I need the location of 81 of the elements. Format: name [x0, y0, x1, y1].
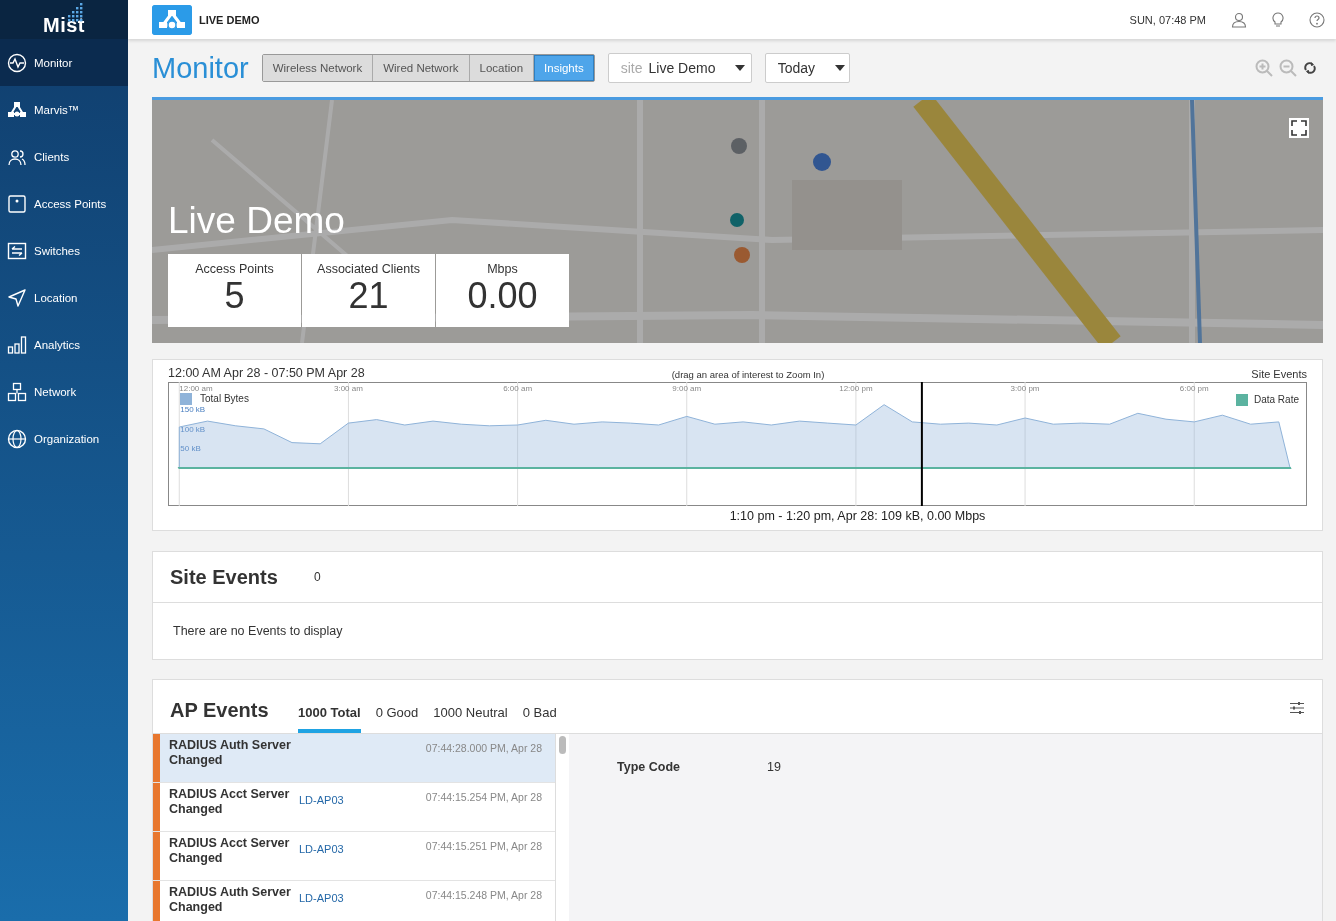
chart-readout: 1:10 pm - 1:20 pm, Apr 28: 109 kB, 0.00 Mbps	[728, 509, 987, 523]
event-time: 07:44:15.251 PM, Apr 28	[424, 839, 543, 854]
stat-value: 5	[224, 276, 245, 316]
filter-tab[interactable]: 0 Bad	[522, 705, 557, 733]
stat-value: 0.00	[467, 276, 538, 316]
filter-tab[interactable]: 1000 Neutral	[433, 705, 508, 733]
axis-tick-label: 3:00 am	[334, 384, 363, 393]
navigation-arrow-icon	[7, 287, 27, 308]
event-name: RADIUS Acct Server Changed	[168, 786, 291, 818]
event-time: 07:44:15.248 PM, Apr 28	[424, 888, 543, 903]
stat-label: Mbps	[487, 262, 518, 276]
sidebar-item[interactable]: Location	[0, 274, 128, 321]
scrollbar-thumb[interactable]	[559, 736, 566, 754]
sidebar-item[interactable]: Network	[0, 368, 128, 415]
event-time: 07:44:15.254 PM, Apr 28	[424, 790, 543, 805]
ap-link[interactable]: LD-AP03	[299, 892, 344, 904]
stat-label: Associated Clients	[317, 262, 420, 276]
legend-label: Total Bytes	[200, 393, 249, 404]
legend-label: Data Rate	[1253, 394, 1299, 405]
sidebar-item[interactable]: Marvis™	[0, 86, 128, 133]
ap-link[interactable]: LD-AP03	[299, 843, 344, 855]
stat-value: 21	[348, 276, 389, 316]
sidebar-item[interactable]: Switches	[0, 227, 128, 274]
tab[interactable]: Location	[469, 55, 535, 81]
user-icon[interactable]	[1231, 11, 1247, 28]
sidebar-item[interactable]: Organization	[0, 415, 128, 462]
caret-icon	[735, 65, 746, 71]
org-name: LIVE DEMO	[199, 13, 260, 26]
pulse-icon	[7, 52, 27, 73]
event-count: 0	[314, 570, 321, 584]
settings-icon[interactable]	[1289, 701, 1305, 715]
refresh-icon[interactable]	[1303, 59, 1317, 77]
logo-text: Mist	[43, 15, 85, 38]
sidebar-item[interactable]: Clients	[0, 133, 128, 180]
filter-tab[interactable]: 0 Good	[375, 705, 419, 733]
site-logo-icon	[152, 4, 192, 35]
fullscreen-icon[interactable]	[1289, 118, 1309, 138]
globe-icon	[7, 428, 27, 449]
zoom-hint: (drag an area of interest to Zoom In)	[670, 369, 826, 380]
arrows-box-icon	[7, 240, 27, 261]
event-row[interactable]: RADIUS Auth Server Changed 07:44:28.000 PM, Apr 28	[153, 734, 555, 783]
network-nodes-icon	[7, 99, 27, 120]
axis-tick-label: 50 kB	[180, 444, 201, 454]
section-title: Site Events	[170, 565, 279, 589]
sidebar-item[interactable]: Analytics	[0, 321, 128, 368]
event-time: 07:44:28.000 PM, Apr 28	[424, 741, 543, 756]
stat-label: Access Points	[195, 262, 274, 276]
event-name: RADIUS Acct Server Changed	[168, 835, 291, 867]
sidebar-item[interactable]: Access Points	[0, 180, 128, 227]
lightbulb-icon[interactable]	[1272, 11, 1284, 28]
legend-swatch	[180, 393, 192, 405]
section-title: AP Events	[170, 699, 270, 722]
event-name: RADIUS Auth Server Changed	[168, 737, 292, 769]
axis-tick-label: 12:00 pm	[839, 384, 873, 393]
axis-tick-label: 6:00 am	[503, 384, 533, 393]
date-time: SUN, 07:48 PM	[1129, 13, 1206, 26]
axis-tick-label: 100 kB	[180, 424, 206, 434]
detail-label: Type Code	[617, 760, 681, 774]
empty-message: There are no Events to display	[172, 623, 344, 640]
squares-tree-icon	[7, 381, 27, 402]
axis-tick-label: 150 kB	[180, 405, 206, 415]
tab[interactable]: Wireless Network	[262, 55, 374, 81]
time-range: 12:00 AM Apr 28 - 07:50 PM Apr 28	[168, 366, 365, 380]
axis-tick-label: 12:00 am	[179, 384, 213, 393]
legend-swatch	[1236, 394, 1248, 406]
axis-tick-label: 6:00 pm	[1179, 384, 1209, 393]
axis-tick-label: 3:00 pm	[1010, 384, 1040, 393]
page-title: Monitor	[152, 51, 249, 85]
site-name: Live Demo	[168, 200, 346, 242]
sidebar-item[interactable]: Monitor	[0, 39, 128, 86]
bar-chart-icon	[7, 334, 27, 355]
event-name: RADIUS Auth Server Changed	[168, 884, 292, 916]
help-icon[interactable]	[1309, 11, 1325, 28]
period-dropdown[interactable]: Today	[764, 53, 850, 83]
tab[interactable]: Wired Network	[373, 55, 470, 81]
site-dropdown[interactable]: site Live Demo	[607, 53, 752, 83]
detail-value: 19	[767, 760, 781, 774]
caret-icon	[835, 65, 846, 71]
axis-tick-label: 9:00 am	[672, 384, 702, 393]
site-events-label: Site Events	[1251, 368, 1307, 380]
ap-link[interactable]: LD-AP03	[299, 794, 344, 806]
